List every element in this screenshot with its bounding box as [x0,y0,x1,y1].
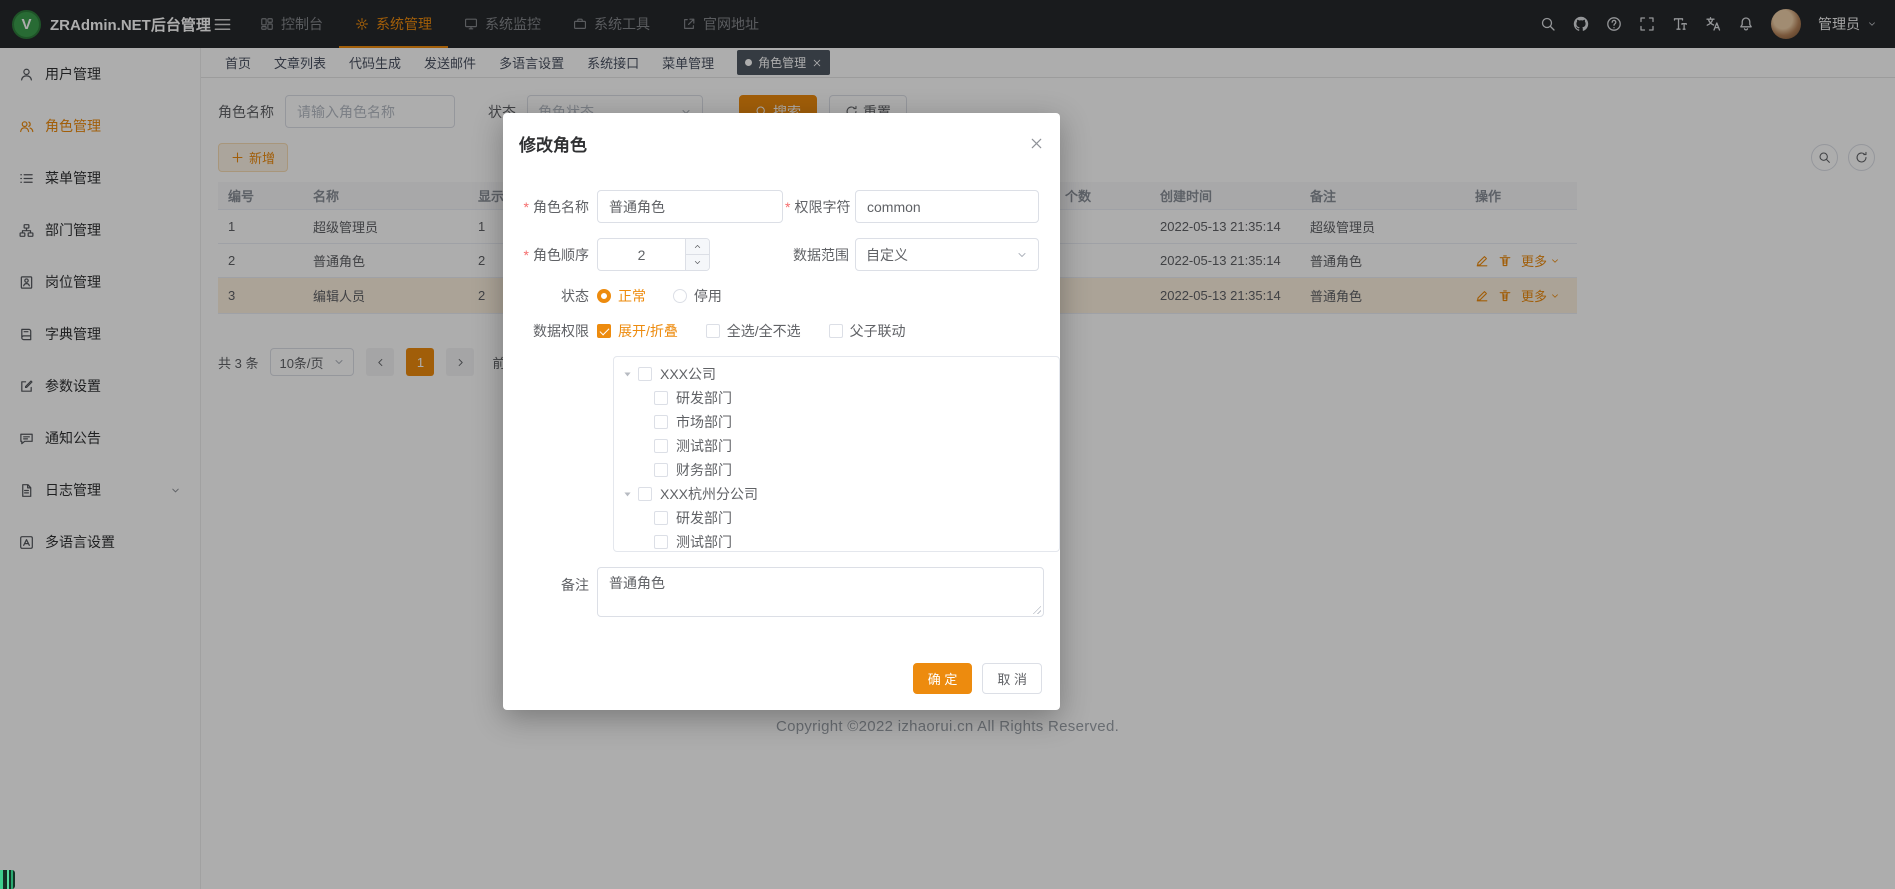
stepper-controls [685,239,709,270]
checkbox-icon[interactable] [654,511,668,525]
checkbox-icon [829,324,843,338]
checkbox-label: 全选/全不选 [727,321,801,341]
edit-role-dialog: 修改角色 角色名称 权限字符 角色顺序 2 [503,113,1060,710]
tree-node-label: 测试部门 [676,436,732,456]
radio-dot-icon [673,289,687,303]
form-row: 角色名称 权限字符 [519,190,1044,223]
chevron-down-icon [1016,249,1028,261]
checkbox-label: 展开/折叠 [618,321,678,341]
tree-node[interactable]: 市场部门 [614,410,1059,434]
perm-char-label: 权限字符 [785,197,849,217]
status-radio-disabled[interactable]: 停用 [673,286,722,306]
remark-textarea[interactable]: 普通角色 [597,567,1044,617]
form-item-role-order: 角色顺序 2 [519,238,785,271]
dialog-close-icon[interactable] [1029,136,1044,151]
form-row: 角色顺序 2 数据范围 自定义 [519,238,1044,271]
tree-node[interactable]: 研发部门 [614,386,1059,410]
data-scope-select[interactable]: 自定义 [855,238,1039,271]
checkbox-icon[interactable] [654,391,668,405]
form-item-data-scope: 数据范围 自定义 [785,238,1039,271]
role-order-stepper[interactable]: 2 [597,238,710,271]
tree-node[interactable]: 财务部门 [614,458,1059,482]
data-perm-label: 数据权限 [519,321,589,341]
checkbox-icon[interactable] [654,415,668,429]
status-label: 状态 [519,286,589,306]
role-order-label: 角色顺序 [519,245,589,265]
expand-collapse-checkbox[interactable]: 展开/折叠 [597,321,678,341]
caret-down-icon[interactable] [618,489,636,500]
data-scope-value: 自定义 [866,245,908,265]
tree-node-label: 研发部门 [676,508,732,528]
form-row-data-perm: 数据权限 展开/折叠 全选/全不选 父子联动 [519,321,1044,341]
select-all-checkbox[interactable]: 全选/全不选 [706,321,801,341]
caret-down-icon[interactable] [618,369,636,380]
radio-label: 正常 [618,286,646,306]
remark-value: 普通角色 [609,575,665,591]
parent-child-link-checkbox[interactable]: 父子联动 [829,321,906,341]
checkbox-icon [706,324,720,338]
tree-node-label: XXX公司 [660,364,716,384]
checkbox-icon [597,324,611,338]
tree-node-label: 市场部门 [676,412,732,432]
checkbox-icon[interactable] [654,535,668,549]
checkbox-icon[interactable] [654,439,668,453]
checkbox-icon[interactable] [654,463,668,477]
tree-node[interactable]: XXX杭州分公司 [614,482,1059,506]
decrease-icon[interactable] [686,255,709,270]
perm-char-input[interactable] [855,190,1039,223]
dept-permission-tree: XXX公司 研发部门 市场部门 测试部门 财务部门 XXX杭州分公司 [613,356,1060,552]
tree-node-label: 测试部门 [676,532,732,552]
dialog-footer: 确 定 取 消 [503,663,1060,710]
status-radio-group: 正常 停用 [597,286,745,306]
dialog-body: 角色名称 权限字符 角色顺序 2 数据范围 [503,170,1060,663]
tree-node[interactable]: 研发部门 [614,506,1059,530]
tree-node-label: 财务部门 [676,460,732,480]
tree-node[interactable]: 测试部门 [614,530,1059,552]
remark-label: 备注 [519,575,589,595]
cancel-button[interactable]: 取 消 [982,663,1042,694]
form-item-role-name: 角色名称 [519,190,785,223]
checkbox-label: 父子联动 [850,321,906,341]
resize-handle-icon[interactable] [1032,605,1041,614]
data-scope-label: 数据范围 [785,245,849,265]
data-perm-checks: 展开/折叠 全选/全不选 父子联动 [597,321,930,341]
increase-icon[interactable] [686,239,709,255]
form-row-status: 状态 正常 停用 [519,286,1044,306]
dialog-title: 修改角色 [519,131,587,156]
role-name-label: 角色名称 [519,197,589,217]
radio-dot-icon [597,289,611,303]
status-radio-normal[interactable]: 正常 [597,286,646,306]
checkbox-icon[interactable] [638,367,652,381]
tree-node-label: 研发部门 [676,388,732,408]
corner-widget[interactable] [0,870,15,889]
tree-node[interactable]: 测试部门 [614,434,1059,458]
role-name-input[interactable] [597,190,783,223]
tree-node[interactable]: XXX公司 [614,362,1059,386]
role-order-value: 2 [598,239,685,270]
tree-node-label: XXX杭州分公司 [660,484,758,504]
confirm-button[interactable]: 确 定 [913,663,973,694]
radio-label: 停用 [694,286,722,306]
dialog-header: 修改角色 [503,113,1060,170]
form-row-remark: 备注 普通角色 [519,567,1044,617]
form-item-perm-char: 权限字符 [785,190,1039,223]
checkbox-icon[interactable] [638,487,652,501]
